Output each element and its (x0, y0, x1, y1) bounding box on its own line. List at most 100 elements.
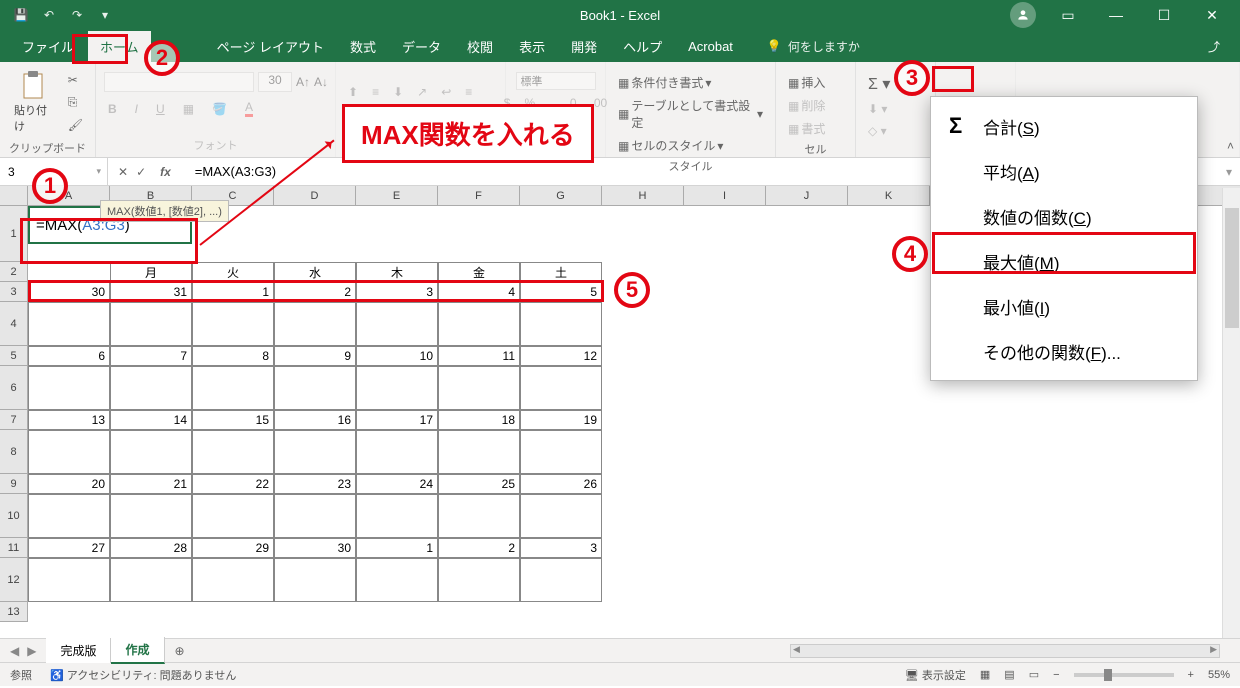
cell[interactable] (356, 558, 438, 602)
cell[interactable] (110, 366, 192, 410)
cell[interactable] (274, 558, 356, 602)
orientation-icon[interactable]: ↗ (413, 83, 431, 101)
cell[interactable] (520, 366, 602, 410)
align-top-icon[interactable]: ⬆ (344, 83, 362, 101)
cell[interactable] (438, 430, 520, 474)
cell[interactable] (438, 366, 520, 410)
tab-pagelayout[interactable]: ページ レイアウト (205, 31, 336, 62)
cell[interactable]: 23 (274, 474, 356, 494)
cell[interactable] (356, 366, 438, 410)
new-sheet-button[interactable]: ⊕ (165, 644, 195, 658)
col-header-e[interactable]: E (356, 186, 438, 205)
cell[interactable] (520, 494, 602, 538)
zoom-out-icon[interactable]: − (1053, 669, 1059, 681)
cell[interactable]: 10 (356, 346, 438, 366)
format-cells-button[interactable]: ▦ 書式 (784, 118, 829, 139)
font-color-button[interactable]: A (241, 98, 257, 119)
cell[interactable] (110, 494, 192, 538)
horizontal-scrollbar[interactable] (790, 644, 1220, 658)
ribbon-display-icon[interactable]: ▭ (1052, 1, 1084, 29)
cell[interactable]: 25 (438, 474, 520, 494)
row-header-10[interactable]: 10 (0, 494, 28, 538)
col-header-i[interactable]: I (684, 186, 766, 205)
tab-view[interactable]: 表示 (507, 31, 557, 62)
cell[interactable]: 28 (110, 538, 192, 558)
col-header-h[interactable]: H (602, 186, 684, 205)
view-normal-icon[interactable]: ▦ (980, 668, 990, 681)
bold-button[interactable]: B (104, 98, 121, 119)
cell[interactable]: 4 (438, 282, 520, 302)
cell[interactable] (110, 430, 192, 474)
zoom-in-icon[interactable]: + (1188, 669, 1194, 681)
wrap-text-icon[interactable]: ↩ (437, 83, 455, 101)
tab-formulas[interactable]: 数式 (338, 31, 388, 62)
col-header-j[interactable]: J (766, 186, 848, 205)
expand-formula-bar-icon[interactable]: ▾ (1218, 165, 1240, 179)
cell[interactable] (192, 558, 274, 602)
underline-button[interactable]: U (152, 98, 169, 119)
row-header-8[interactable]: 8 (0, 430, 28, 474)
tab-developer[interactable]: 開発 (559, 31, 609, 62)
cell[interactable] (28, 302, 110, 346)
cell[interactable] (28, 366, 110, 410)
cell[interactable] (274, 430, 356, 474)
row-header-13[interactable]: 13 (0, 602, 28, 622)
format-as-table-button[interactable]: ▦ テーブルとして書式設定 ▾ (614, 95, 767, 133)
cell[interactable]: 6 (28, 346, 110, 366)
cell[interactable] (438, 302, 520, 346)
cell[interactable]: 30 (28, 282, 110, 302)
cell[interactable]: 3 (520, 538, 602, 558)
copy-icon[interactable]: ⎘ (64, 93, 87, 112)
number-format-select[interactable]: 標準 (516, 72, 596, 90)
cell[interactable]: 5 (520, 282, 602, 302)
row-header-2[interactable]: 2 (0, 262, 28, 282)
tab-review[interactable]: 校閲 (455, 31, 505, 62)
col-header-f[interactable]: F (438, 186, 520, 205)
cell[interactable]: 2 (438, 538, 520, 558)
cell[interactable]: 16 (274, 410, 356, 430)
sheet-tab-2[interactable]: 作成 (111, 637, 164, 664)
cell[interactable]: 21 (110, 474, 192, 494)
border-button[interactable]: ▦ (179, 98, 198, 119)
cell[interactable] (110, 558, 192, 602)
cell[interactable] (438, 494, 520, 538)
select-all-corner[interactable] (0, 186, 28, 205)
row-header-1[interactable]: 1 (0, 206, 28, 262)
cell[interactable]: 3 (356, 282, 438, 302)
zoom-level[interactable]: 55% (1208, 669, 1230, 681)
cell[interactable] (274, 366, 356, 410)
delete-cells-button[interactable]: ▦ 削除 (784, 95, 829, 116)
cell[interactable]: 2 (274, 282, 356, 302)
menu-average[interactable]: 平均(A) (931, 149, 1197, 194)
clear-button[interactable]: ◇ ▾ (864, 122, 891, 140)
col-header-g[interactable]: G (520, 186, 602, 205)
col-header-k[interactable]: K (848, 186, 930, 205)
cell[interactable]: 31 (110, 282, 192, 302)
conditional-format-button[interactable]: ▦ 条件付き書式 ▾ (614, 72, 715, 93)
increase-font-icon[interactable]: A↑ (296, 75, 310, 89)
align-bot-icon[interactable]: ⬇ (389, 83, 407, 101)
sheet-tab-1[interactable]: 完成版 (46, 638, 111, 663)
cell[interactable]: 金 (438, 262, 520, 282)
cell[interactable] (28, 558, 110, 602)
row-header-12[interactable]: 12 (0, 558, 28, 602)
menu-count[interactable]: 数値の個数(C) (931, 194, 1197, 239)
cell[interactable]: 22 (192, 474, 274, 494)
paste-button[interactable]: 貼り付け (8, 66, 58, 138)
format-painter-icon[interactable]: 🖌 (64, 116, 87, 134)
cell[interactable] (356, 494, 438, 538)
cell[interactable] (192, 366, 274, 410)
cell[interactable]: 24 (356, 474, 438, 494)
menu-more-functions[interactable]: その他の関数(F)... (931, 329, 1197, 374)
cell[interactable] (438, 558, 520, 602)
cell[interactable]: 19 (520, 410, 602, 430)
cell[interactable]: 7 (110, 346, 192, 366)
cell[interactable] (520, 430, 602, 474)
cell-styles-button[interactable]: ▦ セルのスタイル ▾ (614, 135, 727, 156)
tab-file[interactable]: ファイル (10, 31, 86, 62)
display-settings[interactable]: 🖥 表示設定 (905, 667, 966, 683)
tab-help[interactable]: ヘルプ (611, 31, 674, 62)
cell[interactable]: 27 (28, 538, 110, 558)
row-header-5[interactable]: 5 (0, 346, 28, 366)
cell[interactable] (192, 430, 274, 474)
